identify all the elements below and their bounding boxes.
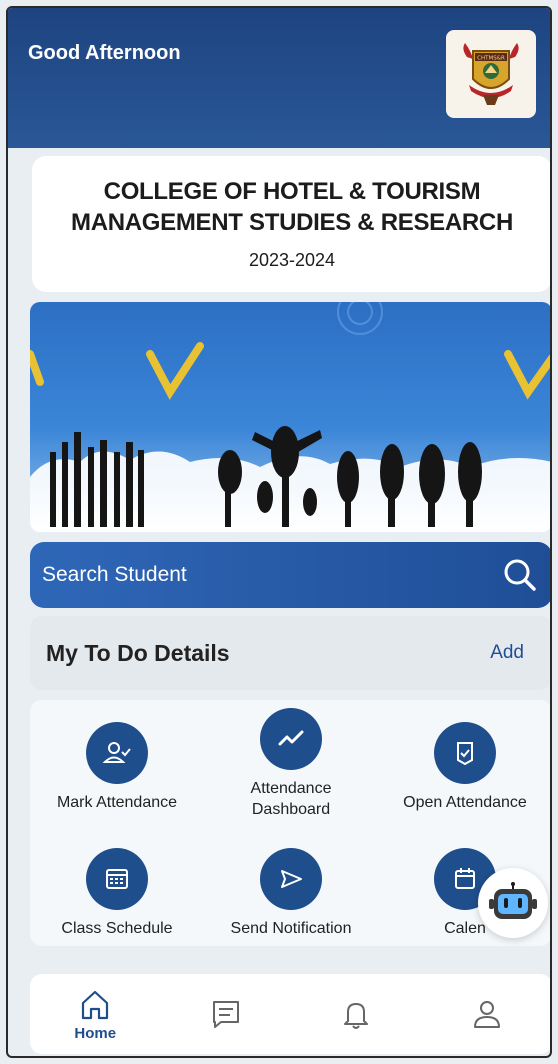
search-input[interactable]: Search Student [42, 563, 187, 587]
home-icon [82, 990, 109, 1019]
nav-home[interactable]: Home [45, 987, 145, 1042]
grid-calendar-icon [86, 848, 148, 910]
app-screen: Good Afternoon CHTMS&R COLLEGE OF HOTEL … [6, 6, 552, 1058]
college-logo: CHTMS&R [446, 30, 536, 118]
academic-year: 2023-2024 [248, 250, 336, 270]
bottom-navigation: Home [30, 974, 550, 1054]
action-label: Mark Attendance [56, 794, 178, 811]
mark-attendance-button[interactable]: Mark Attendance [30, 722, 204, 813]
nav-home-label: Home [74, 1024, 117, 1042]
college-name-line2: MANAGEMENT STUDIES & RESEARCH [71, 209, 513, 236]
nav-profile[interactable] [437, 996, 537, 1032]
class-schedule-button[interactable]: Class Schedule [30, 848, 204, 939]
logo-lettering: CHTMS&R [477, 56, 505, 62]
header: Good Afternoon CHTMS&R [8, 8, 550, 148]
profile-icon [473, 1001, 500, 1028]
college-name-line1: COLLEGE OF HOTEL & TOURISM [103, 178, 481, 205]
nav-messages[interactable] [176, 996, 276, 1032]
bell-icon [344, 1003, 369, 1029]
action-label-line1: Attendance [250, 780, 332, 797]
greeting-text: Good Afternoon [28, 42, 181, 64]
open-attendance-button[interactable]: Open Attendance [378, 722, 550, 813]
banner-image[interactable] [30, 302, 550, 532]
user-check-icon [86, 722, 148, 784]
search-icon[interactable] [500, 555, 540, 595]
action-label: Send Notification [230, 920, 352, 937]
send-icon [260, 848, 322, 910]
attendance-dashboard-button[interactable]: Attendance Dashboard [204, 708, 378, 820]
college-crest-icon: CHTMS&R [463, 43, 519, 105]
todo-section: My To Do Details Add [30, 616, 550, 690]
chatbot-button[interactable] [478, 868, 548, 938]
action-label-line2: Dashboard [251, 801, 331, 818]
action-label: Class Schedule [61, 920, 173, 937]
action-label: Open Attendance [403, 794, 527, 811]
robot-icon [489, 882, 537, 919]
send-notification-button[interactable]: Send Notification [204, 848, 378, 939]
shield-check-icon [434, 722, 496, 784]
add-todo-button[interactable]: Add [490, 642, 524, 664]
todo-title: My To Do Details [46, 639, 230, 666]
nav-notifications[interactable] [306, 996, 406, 1032]
banner-illustration [30, 302, 550, 532]
message-icon [212, 1001, 239, 1028]
search-student-bar[interactable]: Search Student [30, 542, 550, 608]
trend-icon [260, 708, 322, 770]
college-card: COLLEGE OF HOTEL & TOURISM MANAGEMENT ST… [32, 156, 550, 292]
quick-actions-panel: Mark Attendance Attendance Dashboard Ope… [30, 700, 550, 946]
